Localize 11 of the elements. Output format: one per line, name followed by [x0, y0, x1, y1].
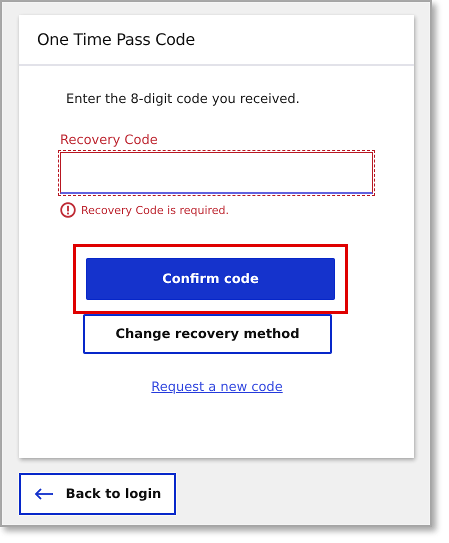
- instruction-text: Enter the 8-digit code you received.: [66, 92, 301, 107]
- card-title: One Time Pass Code: [37, 30, 195, 49]
- arrow-left-icon: [34, 488, 54, 500]
- error-message: Recovery Code is required.: [81, 204, 230, 216]
- back-button[interactable]: Back to login: [19, 473, 176, 515]
- confirm-button[interactable]: Confirm code: [86, 258, 335, 300]
- field-label: Recovery Code: [60, 133, 159, 148]
- change-method-button[interactable]: Change recovery method: [83, 314, 332, 354]
- input-field[interactable]: [60, 152, 373, 194]
- request-code-link[interactable]: Request a new code: [151, 380, 283, 395]
- alert-icon: [60, 202, 76, 218]
